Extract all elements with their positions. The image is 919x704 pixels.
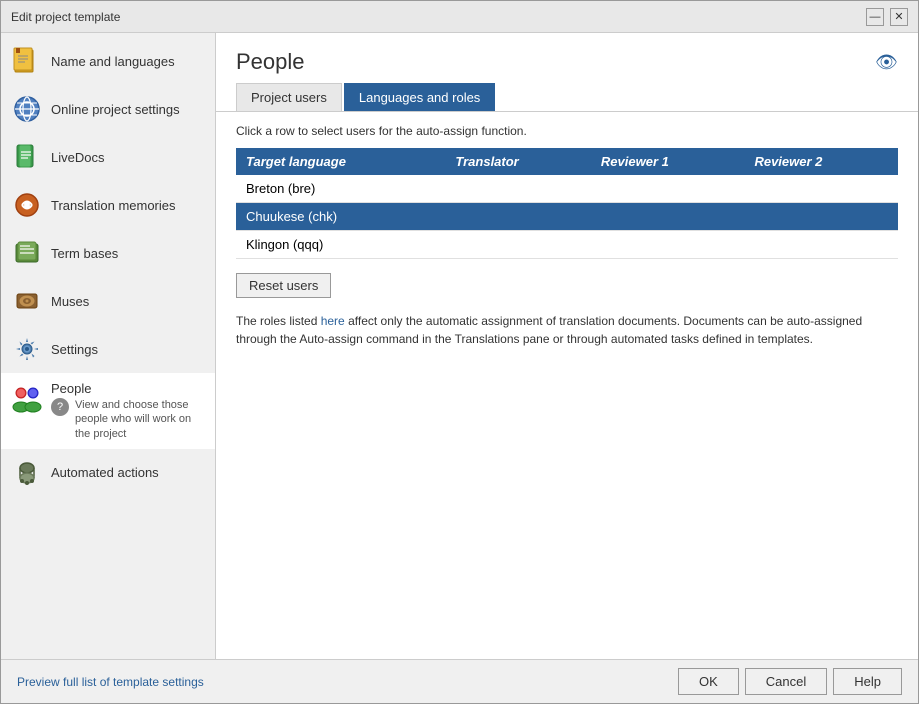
main-content-area: People 👁 Project users Languages and rol… (216, 33, 918, 659)
people-label-content: People ? View and choose those people wh… (51, 381, 205, 441)
sidebar-item-settings[interactable]: Settings (1, 325, 215, 373)
table-header-row: Target language Translator Reviewer 1 Re… (236, 148, 898, 175)
col-reviewer1: Reviewer 1 (591, 148, 745, 175)
online-project-settings-icon (11, 93, 43, 125)
sidebar-label-translation-memories: Translation memories (51, 198, 176, 213)
sidebar-item-livedocs[interactable]: LiveDocs (1, 133, 215, 181)
instruction-text: Click a row to select users for the auto… (236, 124, 898, 138)
info-text: The roles listed here affect only the au… (236, 312, 898, 348)
automated-actions-icon (11, 457, 43, 489)
translation-memories-icon (11, 189, 43, 221)
languages-table: Target language Translator Reviewer 1 Re… (236, 148, 898, 259)
info-text-1: The roles listed (236, 314, 321, 328)
info-text-link[interactable]: here (321, 314, 345, 328)
cell-lang: Breton (bre) (236, 175, 445, 203)
translation-memories-content: Translation memories (51, 198, 176, 213)
sidebar-item-people[interactable]: People ? View and choose those people wh… (1, 373, 215, 449)
tabs-bar: Project users Languages and roles (216, 83, 918, 112)
automated-actions-content: Automated actions (51, 465, 159, 480)
sidebar-label-settings: Settings (51, 342, 98, 357)
online-project-settings-content: Online project settings (51, 102, 180, 117)
table-row[interactable]: Breton (bre) (236, 175, 898, 203)
sidebar-item-translation-memories[interactable]: Translation memories (1, 181, 215, 229)
sidebar-label-automated-actions: Automated actions (51, 465, 159, 480)
window-title: Edit project template (11, 10, 120, 24)
muses-icon (11, 285, 43, 317)
close-button[interactable]: ✕ (890, 8, 908, 26)
name-languages-icon (11, 45, 43, 77)
people-description: View and choose those people who will wo… (75, 398, 205, 441)
reset-users-button[interactable]: Reset users (236, 273, 331, 298)
preview-link[interactable]: Preview full list of template settings (17, 675, 204, 689)
title-bar: Edit project template — ✕ (1, 1, 918, 33)
sidebar-label-livedocs: LiveDocs (51, 150, 104, 165)
sidebar-label-online-project: Online project settings (51, 102, 180, 117)
main-header: People 👁 (216, 33, 918, 83)
cell-reviewer1 (591, 231, 745, 259)
table-row[interactable]: Chuukese (chk) (236, 203, 898, 231)
window-body: Name and languages Online projec (1, 33, 918, 659)
col-reviewer2: Reviewer 2 (744, 148, 898, 175)
cell-lang: Chuukese (chk) (236, 203, 445, 231)
sidebar-item-name-languages[interactable]: Name and languages (1, 37, 215, 85)
livedocs-content: LiveDocs (51, 150, 104, 165)
help-circle-icon: ? (51, 398, 69, 416)
cell-translator (445, 175, 591, 203)
sidebar-item-online-project-settings[interactable]: Online project settings (1, 85, 215, 133)
sidebar-label-muses: Muses (51, 294, 89, 309)
sidebar-item-muses[interactable]: Muses (1, 277, 215, 325)
main-body: Click a row to select users for the auto… (216, 112, 918, 659)
sidebar-label-people: People (51, 381, 205, 396)
muses-content: Muses (51, 294, 89, 309)
title-bar-controls: — ✕ (866, 8, 908, 26)
table-row[interactable]: Klingon (qqq) (236, 231, 898, 259)
minimize-button[interactable]: — (866, 8, 884, 26)
cell-translator (445, 231, 591, 259)
table-body: Breton (bre)Chuukese (chk)Klingon (qqq) (236, 175, 898, 259)
ok-button[interactable]: OK (678, 668, 739, 695)
cell-reviewer1 (591, 175, 745, 203)
cell-lang: Klingon (qqq) (236, 231, 445, 259)
help-button[interactable]: Help (833, 668, 902, 695)
bottom-buttons: OK Cancel Help (678, 668, 902, 695)
sidebar-item-automated-actions[interactable]: Automated actions (1, 449, 215, 497)
term-bases-icon (11, 237, 43, 269)
cell-reviewer2 (744, 175, 898, 203)
tab-languages-and-roles[interactable]: Languages and roles (344, 83, 495, 111)
cell-reviewer2 (744, 203, 898, 231)
term-bases-content: Term bases (51, 246, 118, 261)
settings-content: Settings (51, 342, 98, 357)
people-desc-row: ? View and choose those people who will … (51, 398, 205, 441)
col-translator: Translator (445, 148, 591, 175)
cancel-button[interactable]: Cancel (745, 668, 827, 695)
col-target-language: Target language (236, 148, 445, 175)
cell-reviewer2 (744, 231, 898, 259)
cell-reviewer1 (591, 203, 745, 231)
eye-icon[interactable]: 👁 (875, 52, 898, 73)
main-window: Edit project template — ✕ (0, 0, 919, 704)
tab-project-users[interactable]: Project users (236, 83, 342, 111)
cell-translator (445, 203, 591, 231)
bottom-bar: Preview full list of template settings O… (1, 659, 918, 703)
sidebar-label-term-bases: Term bases (51, 246, 118, 261)
main-title: People (236, 49, 305, 75)
livedocs-icon (11, 141, 43, 173)
sidebar: Name and languages Online projec (1, 33, 216, 659)
sidebar-label-name-languages: Name and languages (51, 54, 175, 69)
settings-icon (11, 333, 43, 365)
name-languages-content: Name and languages (51, 54, 175, 69)
people-icon (11, 383, 43, 415)
sidebar-item-term-bases[interactable]: Term bases (1, 229, 215, 277)
